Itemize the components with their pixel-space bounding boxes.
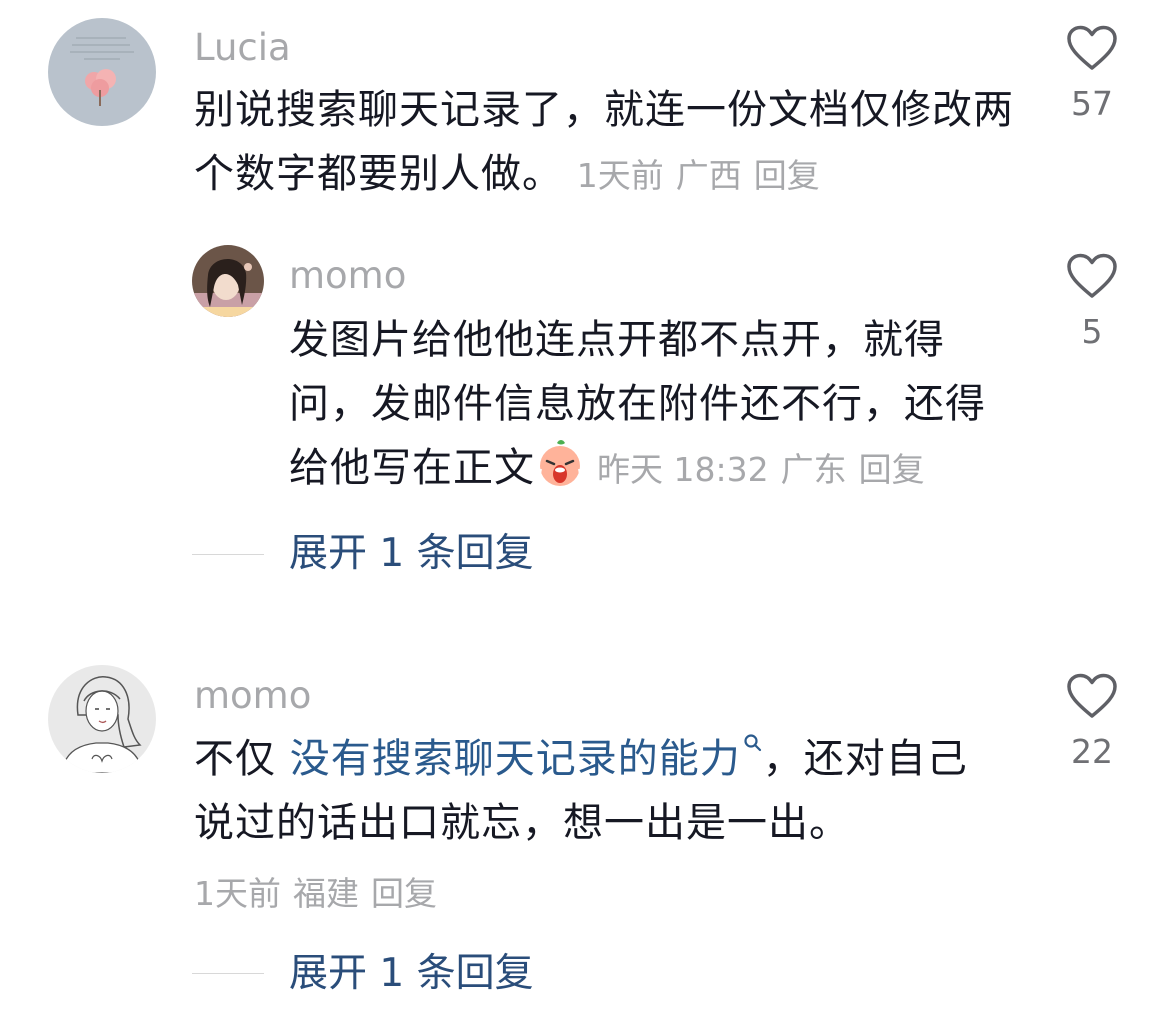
search-keyword-link[interactable]: 没有搜索聊天记录的能力 xyxy=(290,736,741,782)
like-button[interactable]: 22 xyxy=(1047,672,1137,772)
comment-meta: 1天前 福建 回复 xyxy=(194,870,449,918)
avatar[interactable] xyxy=(48,18,156,126)
divider xyxy=(192,554,264,555)
like-count: 22 xyxy=(1071,732,1113,771)
comment-text: 别说搜索聊天记录了，就连一份文档仅修改两个数字都要别人做。 1天前 广西 回复 xyxy=(194,78,1024,208)
heart-outline-icon xyxy=(1067,253,1117,298)
crying-face-emoji xyxy=(539,440,581,486)
like-count: 5 xyxy=(1081,312,1103,351)
comment-time: 1天前 xyxy=(194,874,281,913)
search-icon xyxy=(744,734,761,752)
avatar-image xyxy=(192,245,264,317)
avatar-image xyxy=(48,18,156,126)
expand-replies-button[interactable]: 展开 1 条回复 xyxy=(289,950,534,998)
comment-meta: 1天前 广西 回复 xyxy=(577,156,832,195)
comment-location: 福建 xyxy=(293,874,359,913)
reply-button[interactable]: 回复 xyxy=(859,450,925,489)
comment-username[interactable]: momo xyxy=(194,674,311,718)
comment-body-prefix: 不仅 xyxy=(194,736,290,782)
reply-username[interactable]: momo xyxy=(289,254,406,298)
comment-time: 1天前 xyxy=(576,156,664,195)
avatar[interactable] xyxy=(192,245,264,317)
comment-text: 不仅 没有搜索聊天记录的能力 ，还对自己说过的话出口就忘，想一出是一出。 xyxy=(194,727,984,855)
heart-outline-icon xyxy=(1067,25,1117,70)
heart-outline-icon xyxy=(1067,673,1117,718)
like-count: 57 xyxy=(1071,84,1113,123)
like-button[interactable]: 5 xyxy=(1047,252,1137,352)
reply-button[interactable]: 回复 xyxy=(754,156,820,195)
reply-button[interactable]: 回复 xyxy=(371,874,437,913)
divider xyxy=(192,973,264,974)
like-button[interactable]: 57 xyxy=(1047,24,1137,124)
reply-location: 广东 xyxy=(780,450,847,489)
reply-text: 发图片给他他连点开都不点开，就得问，发邮件信息放在附件还不行，还得给他写在正文 … xyxy=(289,308,989,502)
avatar-image xyxy=(48,665,156,773)
comment-username[interactable]: Lucia xyxy=(194,26,291,70)
comment-location: 广西 xyxy=(675,156,742,195)
reply-meta: 昨天 18:32 广东 回复 xyxy=(597,450,937,489)
avatar[interactable] xyxy=(48,665,156,773)
reply-time: 昨天 18:32 xyxy=(597,450,769,489)
expand-replies-button[interactable]: 展开 1 条回复 xyxy=(289,530,534,578)
